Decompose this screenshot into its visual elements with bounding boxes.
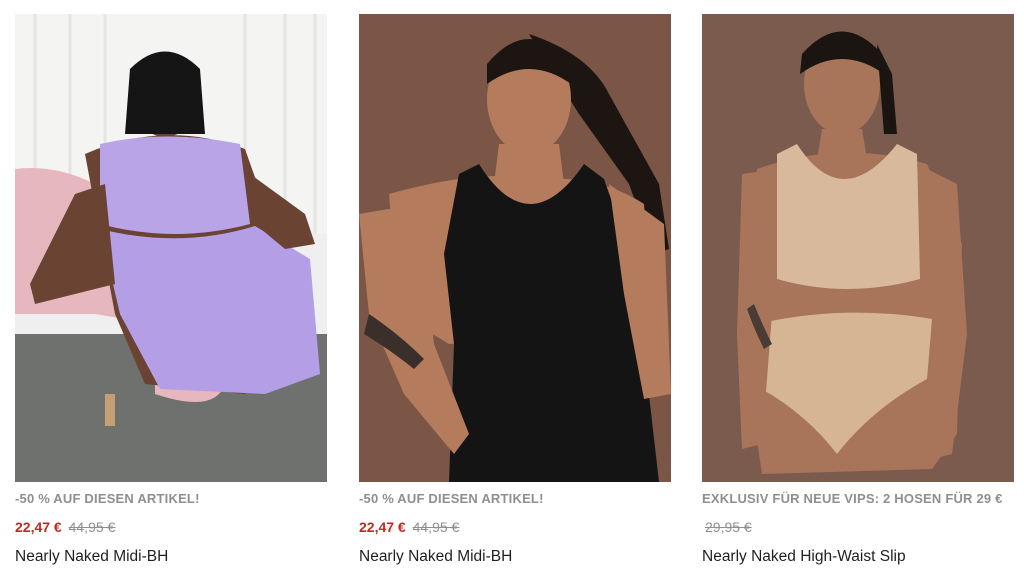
sale-price: 22,47 € bbox=[15, 519, 62, 535]
price-row: 29,95 € bbox=[702, 519, 752, 535]
product-card[interactable]: -50 % AUF DIESEN ARTIKEL! 22,47 € 44,95 … bbox=[15, 14, 327, 565]
promo-label: -50 % AUF DIESEN ARTIKEL! bbox=[359, 491, 544, 506]
price-row: 22,47 € 44,95 € bbox=[359, 519, 459, 535]
original-price: 29,95 € bbox=[705, 519, 752, 535]
product-title[interactable]: Nearly Naked Midi-BH bbox=[15, 548, 168, 566]
product-image[interactable] bbox=[15, 14, 327, 482]
promo-label: EXKLUSIV FÜR NEUE VIPS: 2 HOSEN FÜR 29 € bbox=[702, 491, 1003, 506]
sale-price: 22,47 € bbox=[359, 519, 406, 535]
original-price: 44,95 € bbox=[412, 519, 460, 535]
product-title[interactable]: Nearly Naked Midi-BH bbox=[359, 548, 512, 566]
product-card[interactable]: -50 % AUF DIESEN ARTIKEL! 22,47 € 44,95 … bbox=[359, 14, 671, 565]
price-row: 22,47 € 44,95 € bbox=[15, 519, 115, 535]
product-photo-black-bodysuit bbox=[359, 14, 671, 482]
original-price: 44,95 € bbox=[68, 519, 116, 535]
product-image[interactable] bbox=[359, 14, 671, 482]
product-card[interactable]: EXKLUSIV FÜR NEUE VIPS: 2 HOSEN FÜR 29 €… bbox=[702, 14, 1014, 565]
product-photo-lavender-set bbox=[15, 14, 327, 482]
product-photo-nude-set bbox=[702, 14, 1014, 482]
product-title[interactable]: Nearly Naked High-Waist Slip bbox=[702, 548, 906, 566]
product-grid: -50 % AUF DIESEN ARTIKEL! 22,47 € 44,95 … bbox=[0, 0, 1024, 574]
product-image[interactable] bbox=[702, 14, 1014, 482]
promo-label: -50 % AUF DIESEN ARTIKEL! bbox=[15, 491, 200, 506]
